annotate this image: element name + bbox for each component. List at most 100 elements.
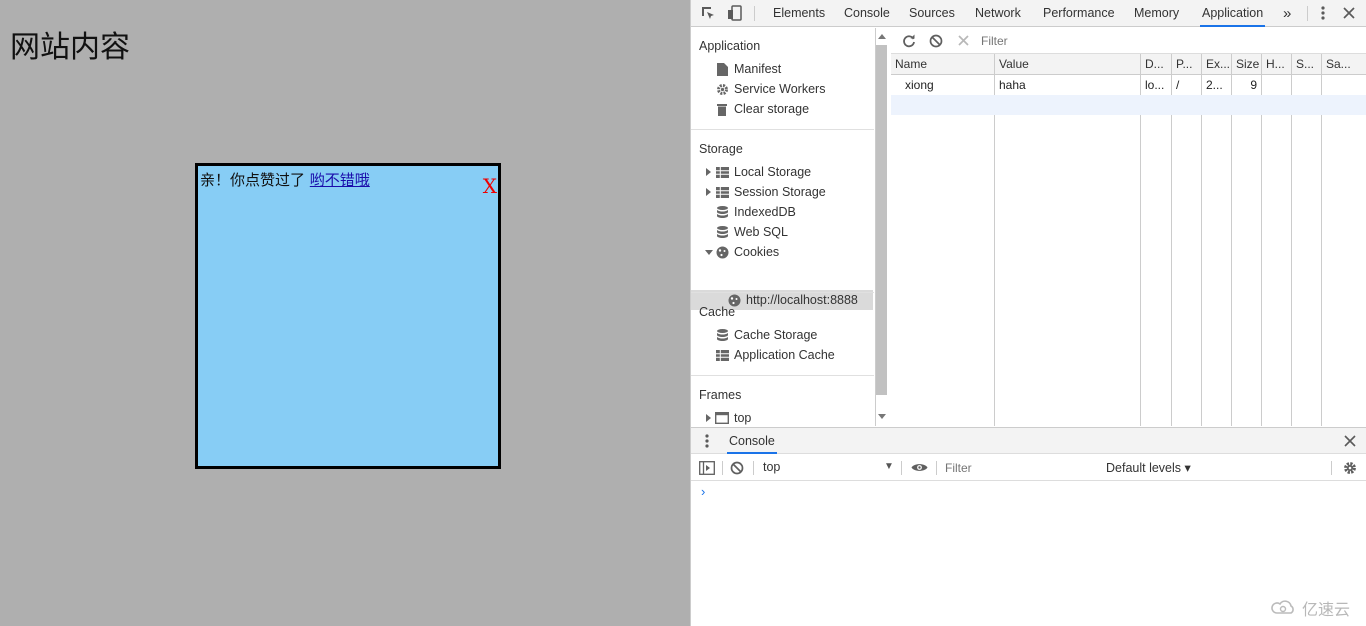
scroll-up-arrow-icon[interactable] <box>878 34 886 39</box>
cell-name: xiong <box>905 78 934 92</box>
sidebar-toggle-icon[interactable] <box>699 460 715 475</box>
grid-icon <box>715 348 729 362</box>
sidebar-item-label: IndexedDB <box>734 205 796 219</box>
popup-text: 亲！你点赞过了 <box>200 171 306 189</box>
device-toolbar-icon[interactable] <box>727 5 743 21</box>
popup-close-button[interactable]: X <box>483 176 497 196</box>
tab-elements[interactable]: Elements <box>771 0 827 27</box>
divider <box>691 292 874 293</box>
sidebar-item-frame-top[interactable]: top <box>715 408 751 426</box>
column-header-path[interactable]: P... <box>1172 54 1201 75</box>
column-header-secure[interactable]: S... <box>1292 54 1321 75</box>
sidebar-item-label: Web SQL <box>734 225 788 239</box>
sidebar-item-service-workers[interactable]: Service Workers <box>715 79 825 99</box>
sidebar-item-clear-storage[interactable]: Clear storage <box>715 99 809 119</box>
inspect-element-icon[interactable] <box>700 5 716 21</box>
database-icon <box>715 225 729 239</box>
clear-all-icon[interactable] <box>928 33 943 48</box>
sidebar-item-label: Clear storage <box>734 102 810 116</box>
column-header-size[interactable]: Size <box>1232 54 1261 75</box>
cell-expires: 2... <box>1206 78 1223 92</box>
sidebar-item-label: http://localhost:8888 <box>746 293 858 307</box>
column-header-domain[interactable]: D... <box>1141 54 1171 75</box>
watermark: 亿速云 <box>1270 596 1350 620</box>
separator <box>1331 461 1332 475</box>
table-row-empty[interactable] <box>891 95 1366 115</box>
column-header-value[interactable]: Value <box>995 54 1140 75</box>
separator <box>754 6 755 21</box>
close-devtools-icon[interactable] <box>1342 6 1356 20</box>
cell-value: haha <box>999 78 1026 92</box>
cell-domain: lo... <box>1145 78 1165 92</box>
clear-console-icon[interactable] <box>729 460 744 475</box>
sidebar-item-label: Cookies <box>734 245 780 259</box>
tab-performance[interactable]: Performance <box>1041 0 1117 27</box>
sidebar-item-cache-storage[interactable]: Cache Storage <box>715 325 817 345</box>
console-filter-input[interactable] <box>945 459 1095 477</box>
trash-icon <box>715 102 729 116</box>
cookies-toolbar <box>891 28 1366 54</box>
sidebar-item-web-sql[interactable]: Web SQL <box>715 222 788 242</box>
sidebar-item-label: Cache Storage <box>734 328 818 342</box>
cookie-origin-row: http://localhost:8888 <box>727 290 858 310</box>
scroll-down-arrow-icon[interactable] <box>878 414 886 419</box>
table-header: Name Value D... P... Ex... Size H... S..… <box>891 54 1366 75</box>
settings-gear-icon[interactable] <box>1342 460 1357 475</box>
console-prompt-icon[interactable]: › <box>701 484 705 499</box>
drawer-menu-icon[interactable] <box>703 434 711 448</box>
sidebar-item-label: Application Cache <box>734 348 835 362</box>
popup-message: 亲！你点赞过了 哟不错哦 <box>200 169 370 190</box>
frame-icon <box>715 411 729 425</box>
context-selector[interactable]: top <box>763 460 780 474</box>
sidebar-item-manifest[interactable]: Manifest <box>715 59 781 79</box>
kebab-menu-icon[interactable] <box>1317 5 1329 21</box>
popup-link[interactable]: 哟不错哦 <box>310 171 370 189</box>
sidebar-item-local-storage[interactable]: Local Storage <box>715 162 811 182</box>
sidebar-item-cookies[interactable]: Cookies <box>715 242 779 262</box>
column-header-name[interactable]: Name <box>891 54 994 75</box>
sidebar-item-label: Session Storage <box>734 185 826 199</box>
separator <box>722 461 723 475</box>
column-header-expires[interactable]: Ex... <box>1202 54 1231 75</box>
tab-network[interactable]: Network <box>973 0 1023 27</box>
tab-console[interactable]: Console <box>842 0 892 27</box>
column-header-httponly[interactable]: H... <box>1262 54 1291 75</box>
sidebar-scrollbar[interactable] <box>876 45 887 395</box>
separator <box>936 461 937 475</box>
cell-size: 9 <box>1250 78 1257 92</box>
close-drawer-icon[interactable] <box>1343 434 1357 448</box>
grid-icon <box>715 165 729 179</box>
refresh-icon[interactable] <box>901 33 916 48</box>
cookie-filter-input[interactable] <box>981 32 1201 50</box>
tab-application[interactable]: Application <box>1200 0 1266 27</box>
table-row[interactable]: xiong haha lo... / 2... 9 <box>891 75 1366 95</box>
tab-memory[interactable]: Memory <box>1132 0 1181 27</box>
database-icon <box>715 328 729 342</box>
page-title: 网站内容 <box>10 30 130 65</box>
drawer-tab-console[interactable]: Console <box>727 428 777 454</box>
expand-arrow-icon[interactable] <box>706 414 711 422</box>
gear-icon <box>715 82 729 96</box>
log-levels-dropdown[interactable]: Default levels ▾ <box>1106 460 1191 475</box>
dropdown-arrow-icon[interactable]: ▼ <box>884 461 894 472</box>
expand-arrow-icon[interactable] <box>706 168 711 176</box>
sidebar-item-label: Manifest <box>734 62 782 76</box>
tab-sources[interactable]: Sources <box>907 0 957 27</box>
devtools-tabbar: Elements Console Sources Network Perform… <box>691 0 1366 27</box>
sidebar-item-session-storage[interactable]: Session Storage <box>715 182 826 202</box>
sidebar-item-indexeddb[interactable]: IndexedDB <box>715 202 796 222</box>
document-icon <box>715 62 729 76</box>
delete-selected-icon[interactable] <box>956 33 971 48</box>
cookies-table: Name Value D... P... Ex... Size H... S..… <box>891 54 1366 426</box>
sidebar-item-label: top <box>734 411 752 425</box>
devtools-panel: Elements Console Sources Network Perform… <box>690 0 1366 626</box>
column-header-samesite[interactable]: Sa... <box>1322 54 1366 75</box>
more-tabs-button[interactable]: » <box>1281 0 1293 27</box>
collapse-arrow-icon[interactable] <box>705 250 713 255</box>
separator <box>753 461 754 475</box>
watermark-text: 亿速云 <box>1301 600 1350 619</box>
eye-icon[interactable] <box>910 460 928 475</box>
expand-arrow-icon[interactable] <box>706 188 711 196</box>
sidebar-item-application-cache[interactable]: Application Cache <box>715 345 835 365</box>
application-sidebar: Application Manifest Service Workers Cle… <box>691 28 876 426</box>
